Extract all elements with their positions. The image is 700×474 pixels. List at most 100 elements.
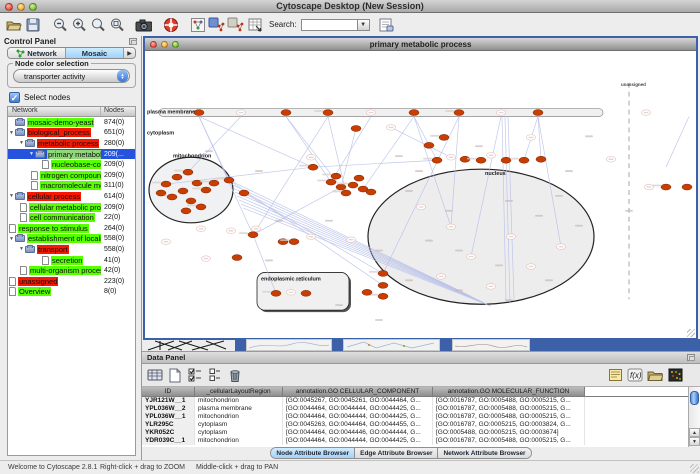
graph-node-selected[interactable] <box>354 175 364 181</box>
tree-item[interactable]: ▼primary metabolic process209(... <box>8 149 135 160</box>
graph-node-selected[interactable] <box>167 194 177 200</box>
attribute-table-icon[interactable] <box>146 367 164 384</box>
graph-node-selected[interactable] <box>454 110 464 116</box>
graph-node-selected[interactable] <box>232 255 242 261</box>
delete-attribute-icon[interactable] <box>226 367 244 384</box>
table-col-header[interactable]: annotation.GO CELLULAR_COMPONENT <box>283 387 433 397</box>
graph-node-selected[interactable] <box>378 282 388 288</box>
table-row[interactable]: YPL036W__1mitochondrion[GO:0044464, GO:0… <box>142 413 688 421</box>
graph-node-selected[interactable] <box>248 232 258 238</box>
table-col-header[interactable]: ID <box>142 387 195 397</box>
graph-node-selected[interactable] <box>424 142 434 148</box>
annotation-import-icon[interactable] <box>378 16 395 33</box>
tab-node-attribute-browser[interactable]: Node Attribute Browser <box>271 448 355 458</box>
network-import-red-icon[interactable] <box>227 16 244 33</box>
scroll-up-button[interactable]: ▲ <box>689 428 700 437</box>
tab-network[interactable]: Network <box>8 48 66 58</box>
new-attribute-icon[interactable] <box>166 367 184 384</box>
graph-node-selected[interactable] <box>161 181 171 187</box>
graph-node-selected[interactable] <box>281 110 291 116</box>
graph-node-selected[interactable] <box>194 110 204 116</box>
network-canvas[interactable]: plasma membranecytoplasmmitochondrionnuc… <box>145 51 696 338</box>
expand-arrow-icon[interactable]: ▼ <box>8 130 15 136</box>
network-import-blue-icon[interactable] <box>208 16 225 33</box>
expand-arrow-icon[interactable]: ▼ <box>18 140 25 146</box>
graph-node-selected[interactable] <box>501 157 511 163</box>
scrollbar-thumb[interactable] <box>690 391 699 405</box>
graph-node-selected[interactable] <box>271 290 281 296</box>
unselect-attributes-icon[interactable] <box>206 367 224 384</box>
network-overview-icon[interactable] <box>189 16 206 33</box>
network-tree-header[interactable]: Network Nodes <box>8 107 135 117</box>
graph-node-selected[interactable] <box>341 190 351 196</box>
function-builder-icon[interactable]: f(x) <box>626 367 644 384</box>
zoom-button[interactable] <box>29 3 37 11</box>
network-view-window[interactable]: primary metabolic process plasma membran… <box>143 36 698 340</box>
minimize-button[interactable] <box>17 3 25 11</box>
tree-item[interactable]: nitrogen compound metabolic process209(0… <box>8 170 135 181</box>
zoom-selected-icon[interactable] <box>89 16 106 33</box>
tree-item[interactable]: unassigned223(0) <box>8 276 135 287</box>
graph-node-selected[interactable] <box>362 289 372 295</box>
graph-node-selected[interactable] <box>331 173 341 179</box>
graph-node-selected[interactable] <box>519 157 529 163</box>
notepad-icon[interactable] <box>606 367 624 384</box>
graph-node-selected[interactable] <box>239 190 249 196</box>
tab-network-attribute-browser[interactable]: Network Attribute Browser <box>438 448 530 458</box>
expand-arrow-icon[interactable]: ▼ <box>8 236 15 242</box>
node-color-combobox[interactable]: transporter activity ▲▼ <box>13 69 130 83</box>
graph-node-selected[interactable] <box>178 188 188 194</box>
table-row[interactable]: YPL036W__2plasma membrane[GO:0044464, GO… <box>142 405 688 413</box>
network-window-titlebar[interactable]: primary metabolic process <box>145 38 696 51</box>
search-input[interactable] <box>301 19 357 31</box>
app-resize-grip[interactable] <box>690 464 699 473</box>
graph-node-selected[interactable] <box>432 157 442 163</box>
graph-node-selected[interactable] <box>336 184 346 190</box>
graph-node-selected[interactable] <box>181 208 191 214</box>
tree-col-network[interactable]: Network <box>8 107 101 116</box>
graph-node-selected[interactable] <box>378 293 388 299</box>
tree-item[interactable]: mosaic-demo-yeast874(0) <box>8 117 135 128</box>
graph-node-selected[interactable] <box>156 190 166 196</box>
graph-node-selected[interactable] <box>533 110 543 116</box>
graph-node-selected[interactable] <box>366 189 376 195</box>
graph-node-selected[interactable] <box>439 134 449 140</box>
graph-node-selected[interactable] <box>661 184 671 190</box>
close-button[interactable] <box>5 3 13 11</box>
tree-item[interactable]: nucleobase-containing compound process20… <box>8 159 135 170</box>
tab-edge-attribute-browser[interactable]: Edge Attribute Browser <box>355 448 438 458</box>
graph-node-selected[interactable] <box>301 290 311 296</box>
tree-item[interactable]: multi-organism process42(0) <box>8 265 135 276</box>
tree-item[interactable]: ▼metabolic process280(0) <box>8 138 135 149</box>
table-scrollbar[interactable]: ▲ ▼ <box>688 387 700 447</box>
graph-node-selected[interactable] <box>308 164 318 170</box>
save-icon[interactable] <box>24 16 41 33</box>
open-file-icon[interactable] <box>5 16 22 33</box>
graph-node-selected[interactable] <box>201 187 211 193</box>
zoom-out-icon[interactable] <box>51 16 68 33</box>
tree-item[interactable]: macromolecule metabolic process311(0) <box>8 181 135 192</box>
zoom-in-icon[interactable] <box>70 16 87 33</box>
app-titlebar[interactable]: Cytoscape Desktop (New Session) <box>0 0 700 13</box>
graph-node-selected[interactable] <box>224 177 234 183</box>
graph-node-selected[interactable] <box>289 239 299 245</box>
graph-node-selected[interactable] <box>172 174 182 180</box>
tree-item[interactable]: ▼biological_process651(0) <box>8 128 135 139</box>
graph-node-selected[interactable] <box>196 204 206 210</box>
graph-node-selected[interactable] <box>326 179 336 185</box>
tree-item[interactable]: ▼cellular process614(0) <box>8 191 135 202</box>
tree-item[interactable]: ▼establishment of localization558(0) <box>8 234 135 245</box>
table-row[interactable]: YDR039C__1mitochondrion[GO:0044464, GO:0… <box>142 437 688 445</box>
table-col-header[interactable]: _cellularLayoutRegion <box>195 387 283 397</box>
graph-node-selected[interactable] <box>536 156 546 162</box>
graph-node-selected[interactable] <box>323 110 333 116</box>
tree-item[interactable]: cellular metabolic process209(0) <box>8 202 135 213</box>
snapshot-camera-icon[interactable] <box>135 16 152 33</box>
graph-node-selected[interactable] <box>378 270 388 276</box>
tree-item[interactable]: ▼transport558(0) <box>8 244 135 255</box>
expand-arrow-icon[interactable]: ▼ <box>18 246 25 252</box>
search-dropdown-arrow[interactable]: ▼ <box>357 19 370 31</box>
table-import-icon[interactable] <box>246 16 263 33</box>
net-zoom-button[interactable] <box>172 41 179 48</box>
float-panel-icon[interactable] <box>129 38 137 45</box>
